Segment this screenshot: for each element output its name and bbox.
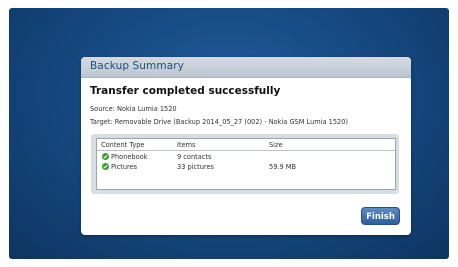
row-content-type: Pictures [111,163,138,171]
table-row: Phonebook 9 contacts [97,152,395,162]
row-items: 33 pictures [177,163,214,171]
backup-summary-dialog: Backup Summary Transfer completed succes… [81,57,411,235]
dialog-title: Backup Summary [90,60,184,72]
row-content-type: Phonebook [111,153,148,161]
row-items: 9 contacts [177,153,212,161]
target-text: Target: Removable Drive (Backup 2014_05_… [90,118,349,126]
row-size: 59.9 MB [269,163,296,171]
source-text: Source: Nokia Lumia 1520 [90,105,177,113]
finish-button[interactable]: Finish [361,207,400,225]
table-header: Content Type Items Size [97,139,395,151]
column-header-size: Size [269,141,283,149]
summary-table: Content Type Items Size Phonebook 9 cont… [96,138,396,190]
table-row: Pictures 33 pictures 59.9 MB [97,162,395,172]
summary-panel: Content Type Items Size Phonebook 9 cont… [91,134,399,194]
column-header-content-type: Content Type [101,141,145,149]
app-background: Backup Summary Transfer completed succes… [9,8,449,259]
check-icon [102,153,109,160]
status-headline: Transfer completed successfully [90,85,281,97]
dialog-header: Backup Summary [81,57,411,78]
column-header-items: Items [177,141,196,149]
check-icon [102,163,109,170]
